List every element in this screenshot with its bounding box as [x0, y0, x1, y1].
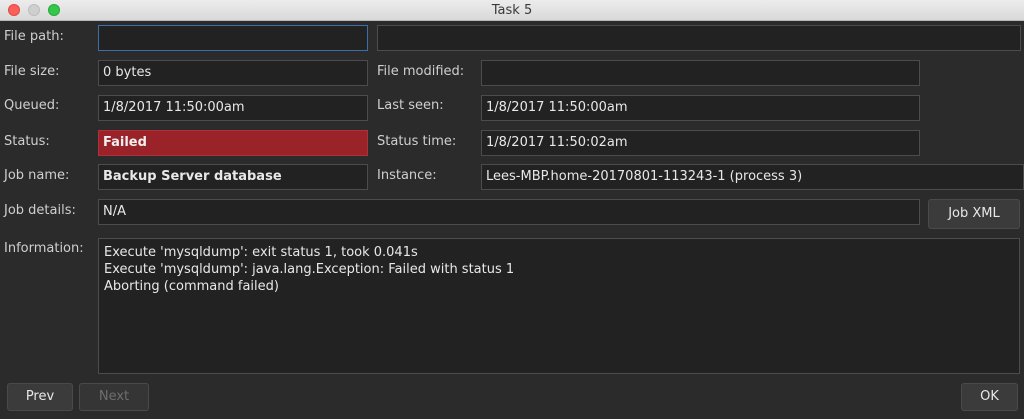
file-modified-label: File modified:: [377, 64, 465, 79]
file-size-label: File size:: [4, 64, 60, 79]
file-path-field[interactable]: [98, 25, 368, 51]
last-seen-label: Last seen:: [377, 98, 444, 113]
information-line: Execute 'mysqldump': java.lang.Exception…: [104, 262, 515, 277]
job-name-field[interactable]: Backup Server database: [98, 164, 368, 190]
file-path-secondary-field[interactable]: [377, 25, 1021, 51]
information-line: Execute 'mysqldump': exit status 1, took…: [104, 245, 418, 260]
file-path-label: File path:: [4, 29, 64, 44]
prev-button[interactable]: Prev: [7, 383, 73, 411]
job-name-label: Job name:: [4, 168, 70, 183]
file-modified-field[interactable]: [481, 60, 920, 86]
job-details-label: Job details:: [4, 203, 76, 218]
status-field[interactable]: Failed: [98, 130, 368, 156]
status-time-label: Status time:: [377, 134, 457, 149]
instance-field[interactable]: Lees-MBP.home-20170801-113243-1 (process…: [481, 164, 1024, 190]
information-label: Information:: [4, 241, 84, 256]
ok-button[interactable]: OK: [961, 383, 1018, 411]
job-xml-button[interactable]: Job XML: [928, 199, 1020, 229]
title-bar: Task 5: [0, 0, 1024, 21]
queued-field[interactable]: 1/8/2017 11:50:00am: [98, 95, 368, 121]
job-details-field[interactable]: N/A: [98, 199, 920, 225]
last-seen-field[interactable]: 1/8/2017 11:50:00am: [481, 95, 920, 121]
status-time-field[interactable]: 1/8/2017 11:50:02am: [481, 130, 920, 156]
queued-label: Queued:: [4, 98, 60, 113]
file-size-field[interactable]: 0 bytes: [98, 60, 368, 86]
next-button[interactable]: Next: [79, 383, 149, 411]
instance-label: Instance:: [377, 168, 437, 183]
information-line: Aborting (command failed): [104, 279, 279, 294]
status-label: Status:: [4, 134, 50, 149]
window-title: Task 5: [491, 3, 533, 18]
task-window: Task 5 File path: File size: 0 bytes Fil…: [0, 0, 1024, 419]
information-text-area[interactable]: Execute 'mysqldump': exit status 1, took…: [98, 238, 1020, 374]
